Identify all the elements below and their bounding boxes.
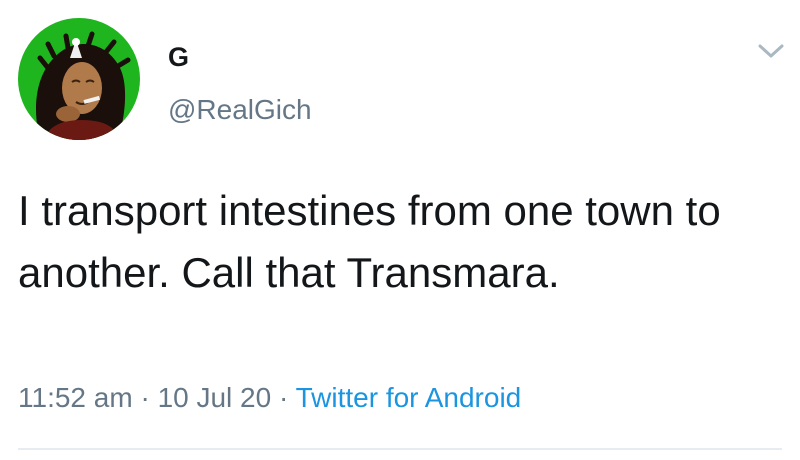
- avatar[interactable]: [18, 18, 140, 140]
- avatar-image: [18, 18, 140, 140]
- tweet-meta: 11:52 am · 10 Jul 20 · Twitter for Andro…: [18, 382, 521, 414]
- user-handle[interactable]: @RealGich: [168, 94, 312, 126]
- tweet-time[interactable]: 11:52 am: [18, 382, 133, 413]
- display-name[interactable]: G: [168, 42, 190, 73]
- tweet-card: G @RealGich I transport intestines from …: [0, 0, 800, 460]
- meta-separator: ·: [132, 382, 158, 413]
- chevron-down-icon: [758, 44, 784, 58]
- divider: [18, 448, 782, 450]
- tweet-source-link[interactable]: Twitter for Android: [296, 382, 522, 413]
- tweet-date[interactable]: 10 Jul 20: [158, 382, 272, 413]
- tweet-text: I transport intestines from one town to …: [18, 187, 721, 296]
- tweet-menu-button[interactable]: [756, 40, 786, 62]
- meta-separator: ·: [271, 382, 296, 413]
